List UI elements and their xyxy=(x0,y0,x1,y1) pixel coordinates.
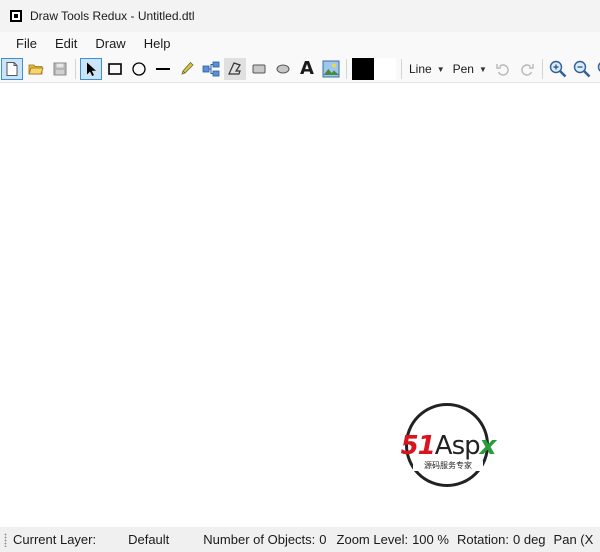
pencil-icon xyxy=(181,61,194,75)
menu-bar: File Edit Draw Help xyxy=(0,32,600,56)
redo-icon xyxy=(521,64,534,76)
app-icon xyxy=(10,10,22,22)
polygon-icon xyxy=(228,62,241,75)
status-grip xyxy=(4,532,7,547)
filled-rectangle-icon xyxy=(252,64,266,74)
objects-label: Number of Objects: xyxy=(203,532,316,547)
image-tool-button[interactable] xyxy=(320,58,342,80)
toolbar-separator xyxy=(401,59,402,79)
current-layer-label: Current Layer: xyxy=(13,532,97,547)
save-file-button[interactable] xyxy=(49,58,71,80)
save-icon xyxy=(53,62,67,76)
polygon-tool-button[interactable] xyxy=(224,58,246,80)
current-layer-value: Default xyxy=(128,532,170,547)
filled-rectangle-tool-button[interactable] xyxy=(248,58,270,80)
line-tool-button[interactable] xyxy=(152,58,174,80)
menu-file[interactable]: File xyxy=(7,32,46,56)
pointer-arrow-icon xyxy=(87,62,96,76)
filled-ellipse-tool-button[interactable] xyxy=(272,58,294,80)
title-bar: Draw Tools Redux - Untitled.dtl xyxy=(0,0,600,32)
open-folder-icon xyxy=(28,64,44,75)
watermark-brand: 51Aspx xyxy=(400,431,497,461)
rectangle-outline-icon xyxy=(108,63,122,75)
pen-style-label: Pen xyxy=(452,62,474,76)
menu-help[interactable]: Help xyxy=(135,32,180,56)
rectangle-tool-button[interactable] xyxy=(104,58,126,80)
ellipse-outline-icon xyxy=(132,62,146,76)
zoom-in-icon xyxy=(549,60,567,78)
line-icon xyxy=(156,68,170,70)
pencil-tool-button[interactable] xyxy=(176,58,198,80)
zoom-value: 100 % xyxy=(412,532,449,547)
toolbar-separator xyxy=(75,59,76,79)
rotation-label: Rotation: xyxy=(456,532,509,547)
chevron-down-icon: ▼ xyxy=(436,64,445,74)
window-title: Draw Tools Redux - Untitled.dtl xyxy=(30,9,195,23)
status-bar: Current Layer: Default Number of Objects… xyxy=(0,527,600,552)
toolbar-separator xyxy=(346,59,347,79)
redo-button[interactable] xyxy=(516,58,538,80)
text-tool-button[interactable]: A xyxy=(296,58,318,80)
image-icon xyxy=(322,60,340,78)
menu-draw[interactable]: Draw xyxy=(86,32,134,56)
new-file-button[interactable] xyxy=(1,58,23,80)
line-style-label: Line xyxy=(409,62,432,76)
open-file-button[interactable] xyxy=(25,58,47,80)
ellipse-tool-button[interactable] xyxy=(128,58,150,80)
fill-color-swatch[interactable] xyxy=(352,58,374,80)
background-color-swatch[interactable] xyxy=(374,58,396,80)
pointer-tool-button[interactable] xyxy=(80,58,102,80)
undo-icon xyxy=(496,64,509,76)
watermark-subtitle: 源码服务专家 xyxy=(413,461,483,471)
objects-value: 0 xyxy=(319,532,327,547)
watermark-logo: 51Aspx 源码服务专家 xyxy=(385,403,511,493)
line-style-dropdown[interactable]: Line ▼ xyxy=(405,58,449,80)
menu-edit[interactable]: Edit xyxy=(46,32,86,56)
filled-ellipse-icon xyxy=(276,64,290,74)
connector-icon xyxy=(202,61,220,77)
new-document-icon xyxy=(6,62,18,76)
toolbar: A Line ▼ Pen ▼ xyxy=(0,56,600,83)
rotation-value: 0 deg xyxy=(513,532,546,547)
zoom-label: Zoom Level: xyxy=(336,532,409,547)
chevron-down-icon: ▼ xyxy=(478,64,487,74)
text-tool-icon: A xyxy=(300,58,314,79)
zoom-out-button[interactable] xyxy=(571,58,593,80)
pen-style-dropdown[interactable]: Pen ▼ xyxy=(449,58,491,80)
toolbar-separator xyxy=(541,59,543,79)
undo-button[interactable] xyxy=(492,58,514,80)
zoom-out-icon xyxy=(573,60,591,78)
zoom-in-button[interactable] xyxy=(547,58,569,80)
connector-tool-button[interactable] xyxy=(200,58,222,80)
zoom-reset-button[interactable] xyxy=(595,58,600,80)
pan-label: Pan (X xyxy=(553,532,594,547)
